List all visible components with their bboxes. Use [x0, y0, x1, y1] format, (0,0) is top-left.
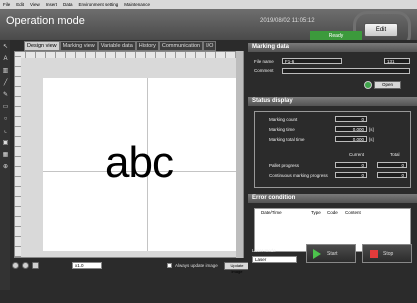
- view-tabs: Design view Marking view Variable data H…: [24, 41, 217, 51]
- pallet-progress-label: Pallet progress: [269, 163, 300, 168]
- marking-time-label: Marking time: [269, 127, 295, 132]
- menu-maintenance[interactable]: Maintenance: [124, 2, 150, 7]
- zoom-in-icon[interactable]: [12, 262, 19, 269]
- menu-view[interactable]: View: [30, 2, 40, 7]
- marking-count-field: 0: [335, 116, 367, 122]
- play-icon: [313, 249, 321, 259]
- marking-canvas[interactable]: abc: [43, 78, 237, 251]
- tab-design-view[interactable]: Design view: [24, 41, 60, 51]
- marking-total-time-unit: [s]: [369, 137, 374, 142]
- pallet-current-field: 0: [335, 162, 367, 168]
- edit-button[interactable]: Edit: [364, 23, 398, 37]
- file-name-label: File name: [254, 59, 274, 64]
- pallet-total-field: 0: [377, 162, 407, 168]
- circle-icon[interactable]: ○: [2, 116, 9, 123]
- graph-icon[interactable]: ⌞: [2, 128, 9, 135]
- continuous-progress-label: Continuous marking progress: [269, 173, 328, 178]
- comment-label: Comment: [254, 68, 274, 73]
- marking-total-time-label: Marking total time: [269, 137, 305, 142]
- status-display-header: Status display: [248, 97, 417, 106]
- tab-variable-data[interactable]: Variable data: [97, 41, 136, 51]
- tab-history[interactable]: History: [135, 41, 159, 51]
- laser-mode-label: Laser mode: [252, 248, 276, 253]
- marking-data-header: Marking data: [248, 43, 417, 52]
- stop-button[interactable]: Stop: [362, 244, 412, 263]
- status-box: Marking count 0 Marking time 0.000 [s] M…: [254, 111, 411, 188]
- start-button[interactable]: Start: [306, 244, 356, 263]
- continuous-total-field: 0: [377, 172, 407, 178]
- 2d-code-icon[interactable]: ▦: [2, 152, 9, 159]
- comment-field[interactable]: [282, 68, 410, 74]
- status-badge: Ready: [310, 31, 362, 40]
- arrow-icon[interactable]: ↖: [2, 44, 9, 51]
- laser-mode-select[interactable]: Laser: [252, 256, 297, 263]
- horizontal-ruler: [15, 52, 243, 58]
- line-icon[interactable]: ╱: [2, 80, 9, 87]
- canvas-text-object[interactable]: abc: [105, 138, 174, 188]
- total-column-label: Total: [390, 152, 400, 157]
- menu-insert[interactable]: Insert: [46, 2, 57, 7]
- start-label: Start: [327, 251, 338, 257]
- tool-strip: ↖ A ▥ ╱ ✎ ▭ ○ ⌞ ▣ ▦ ⊕: [0, 40, 10, 290]
- pen-icon[interactable]: ✎: [2, 92, 9, 99]
- text-icon[interactable]: A: [2, 56, 9, 63]
- design-area: abc: [14, 51, 244, 258]
- datetime-display: 2019/08/02 11:05:12: [260, 18, 315, 24]
- error-column-datetime: Date/Time: [261, 210, 282, 215]
- menu-file[interactable]: File: [3, 2, 10, 7]
- update-image-button[interactable]: Update image: [224, 262, 250, 274]
- right-panel: Marking data File name F1-6 131 Comment …: [248, 40, 417, 303]
- file-name-field[interactable]: F1-6: [282, 58, 342, 64]
- rectangle-icon[interactable]: ▭: [2, 104, 9, 111]
- stop-label: Stop: [383, 251, 394, 257]
- marking-time-field: 0.000: [335, 126, 367, 132]
- fit-view-icon[interactable]: [32, 262, 39, 269]
- always-update-checkbox[interactable]: [167, 263, 172, 268]
- menu-edit[interactable]: Edit: [16, 2, 24, 7]
- file-number-field[interactable]: 131: [384, 58, 410, 64]
- stop-icon: [370, 250, 378, 258]
- continuous-current-field: 0: [335, 172, 367, 178]
- image-icon[interactable]: ▣: [2, 140, 9, 147]
- page-title: Operation mode: [6, 15, 85, 27]
- marking-total-time-field: 0.000: [335, 136, 367, 142]
- marking-time-unit: [s]: [369, 127, 374, 132]
- open-button[interactable]: Open: [374, 81, 401, 89]
- marking-count-label: Marking count: [269, 117, 298, 122]
- error-column-content: Content: [345, 210, 361, 215]
- menu-environment-setting[interactable]: Environment setting: [79, 2, 119, 7]
- always-update-label: Always update image: [175, 263, 218, 268]
- tab-io[interactable]: I/O: [203, 41, 217, 51]
- vertical-ruler: [15, 52, 21, 257]
- open-status-icon: [364, 81, 372, 89]
- error-column-code: Code: [327, 210, 338, 215]
- tab-communication[interactable]: Communication: [158, 41, 204, 51]
- menu-data[interactable]: Data: [63, 2, 73, 7]
- design-bottom-bar: x1.0 Always update image Update image: [10, 258, 250, 274]
- current-column-label: Current: [349, 152, 365, 157]
- vertical-scrollbar[interactable]: [236, 51, 243, 258]
- logo-icon[interactable]: ⊕: [2, 164, 9, 171]
- tab-marking-view[interactable]: Marking view: [59, 41, 98, 51]
- zoom-select[interactable]: x1.0: [72, 262, 102, 269]
- zoom-out-icon[interactable]: [22, 262, 29, 269]
- error-column-type: Type: [311, 210, 321, 215]
- barcode-icon[interactable]: ▥: [2, 68, 9, 75]
- error-condition-header: Error condition: [248, 194, 417, 203]
- menu-bar: File Edit View Insert Data Environment s…: [0, 0, 417, 9]
